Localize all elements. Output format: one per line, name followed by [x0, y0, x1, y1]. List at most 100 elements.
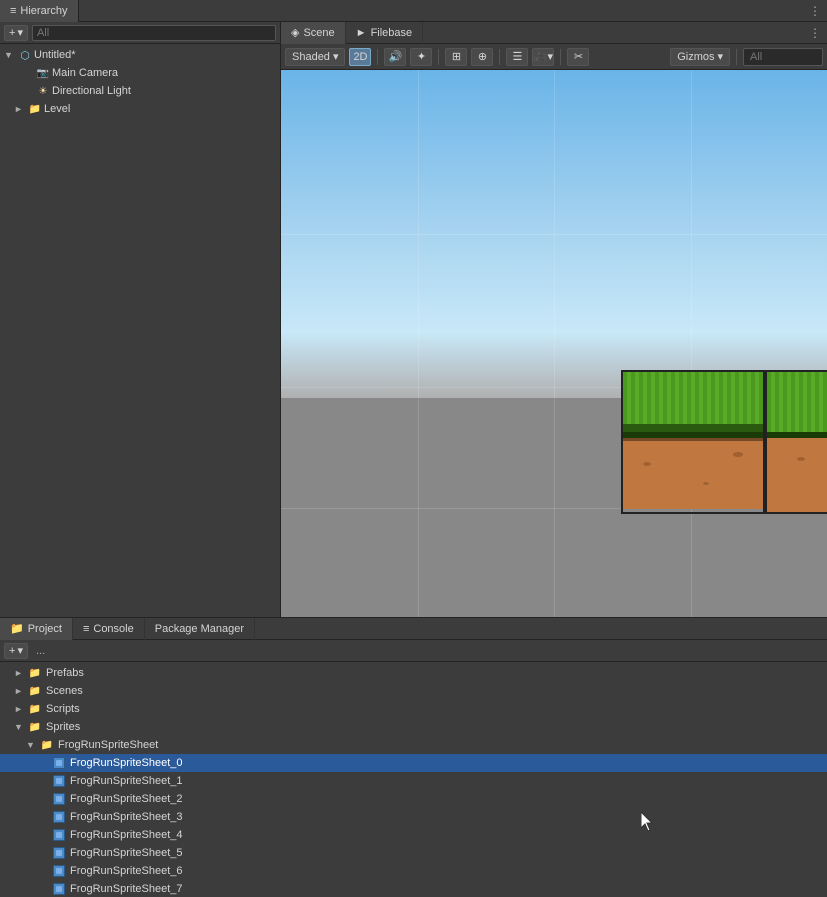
package-manager-tab-label: Package Manager	[155, 623, 244, 635]
hierarchy-item-directional-light[interactable]: ☀ Directional Light	[0, 82, 280, 100]
sprite0-icon	[52, 756, 66, 770]
hierarchy-directional-light-label: Directional Light	[52, 85, 131, 97]
prefabs-folder-icon: 📁	[28, 666, 42, 680]
level-arrow-icon: ►	[14, 104, 26, 114]
grid-v1	[418, 70, 419, 617]
separator1	[377, 49, 378, 65]
tab-project[interactable]: 📁 Project	[0, 618, 73, 640]
project-plus-arrow-icon: ▾	[17, 644, 23, 657]
camera-arrow-icon: ▾	[548, 50, 554, 63]
grid-v3	[691, 70, 692, 617]
render-icon: ☰	[513, 50, 523, 63]
sprite4-label: FrogRunSpriteSheet_4	[70, 829, 183, 841]
folder-icon: 📁	[28, 102, 42, 116]
audio-icon: 🔊	[389, 50, 403, 63]
camera-settings-icon: 🎥	[534, 50, 548, 63]
gizmo-group-button[interactable]: ⊞	[445, 48, 467, 66]
sprite4-icon	[52, 828, 66, 842]
project-breadcrumb: ...	[36, 645, 45, 657]
gizmo-extra-button[interactable]: ⊕	[471, 48, 493, 66]
file-item-sprite-3[interactable]: FrogRunSpriteSheet_3	[0, 808, 827, 826]
hierarchy-add-button[interactable]: + ▾	[4, 25, 28, 41]
file-item-prefabs[interactable]: ► 📁 Prefabs	[0, 664, 827, 682]
tile-dirt-1	[623, 432, 763, 509]
scripts-label: Scripts	[46, 703, 80, 715]
scene-view[interactable]	[281, 70, 827, 617]
hierarchy-menu-icon[interactable]: ⋮	[809, 4, 827, 18]
file-item-scenes[interactable]: ► 📁 Scenes	[0, 682, 827, 700]
hierarchy-search-input[interactable]	[32, 25, 276, 41]
prefabs-arrow-icon: ►	[14, 668, 24, 678]
tab-hierarchy[interactable]: ≡ Hierarchy	[0, 0, 79, 22]
sprite2-icon	[52, 792, 66, 806]
scenes-arrow-icon: ►	[14, 686, 24, 696]
sprite6-icon	[52, 864, 66, 878]
pixel-tile-2	[765, 370, 827, 514]
scene-toolbar: Shaded ▾ 2D 🔊 ✦ ⊞ ⊕ ☰	[281, 44, 827, 70]
separator5	[736, 49, 737, 65]
file-item-sprite-0[interactable]: FrogRunSpriteSheet_0	[0, 754, 827, 772]
file-item-sprite-2[interactable]: FrogRunSpriteSheet_2	[0, 790, 827, 808]
gizmos-button[interactable]: Gizmos ▾	[670, 48, 730, 66]
plus-icon: +	[9, 27, 15, 39]
file-item-sprite-7[interactable]: FrogRunSpriteSheet_7	[0, 880, 827, 897]
2d-mode-button[interactable]: 2D	[349, 48, 371, 66]
audio-button[interactable]: 🔊	[384, 48, 406, 66]
scenes-folder-icon: 📁	[28, 684, 42, 698]
hierarchy-tab-label: Hierarchy	[20, 5, 67, 17]
tab-filebase[interactable]: ► Filebase	[346, 22, 423, 44]
scene-icon: ⬡	[18, 48, 32, 62]
tab-scene[interactable]: ◈ Scene	[281, 22, 346, 44]
grid-h2	[281, 234, 827, 235]
sprites-label: Sprites	[46, 721, 80, 733]
tab-console[interactable]: ≡ Console	[73, 618, 145, 640]
file-item-sprite-1[interactable]: FrogRunSpriteSheet_1	[0, 772, 827, 790]
scene-tabs: ◈ Scene ► Filebase ⋮	[281, 22, 827, 44]
scene-search-input[interactable]	[743, 48, 823, 66]
file-item-sprite-5[interactable]: FrogRunSpriteSheet_5	[0, 844, 827, 862]
effects-button[interactable]: ✦	[410, 48, 432, 66]
hierarchy-item-main-camera[interactable]: 📷 Main Camera	[0, 64, 280, 82]
sprite1-icon	[52, 774, 66, 788]
scene-tab-label: Scene	[303, 27, 334, 39]
project-tab-label: Project	[28, 623, 62, 635]
camera-dropdown-button[interactable]: 🎥 ▾	[532, 48, 554, 66]
special-button[interactable]: ✂	[567, 48, 589, 66]
file-item-frogrun-folder[interactable]: ▼ 📁 FrogRunSpriteSheet	[0, 736, 827, 754]
shading-dropdown[interactable]: Shaded ▾	[285, 48, 345, 66]
hierarchy-item-level[interactable]: ► 📁 Level	[0, 100, 280, 118]
hierarchy-untitled-label: Untitled*	[34, 49, 76, 61]
scene-tab-icon: ◈	[291, 26, 299, 39]
sprite1-label: FrogRunSpriteSheet_1	[70, 775, 183, 787]
gizmo-extra-icon: ⊕	[478, 50, 487, 63]
sprites-arrow-icon: ▼	[14, 722, 24, 732]
hierarchy-toolbar: + ▾	[0, 22, 280, 44]
sprite0-label: FrogRunSpriteSheet_0	[70, 757, 183, 769]
arrow-icon: ▼	[4, 50, 16, 60]
light-icon: ☀	[36, 84, 50, 98]
file-item-scripts[interactable]: ► 📁 Scripts	[0, 700, 827, 718]
special-icon: ✂	[574, 50, 583, 63]
render-button[interactable]: ☰	[506, 48, 528, 66]
file-item-sprite-4[interactable]: FrogRunSpriteSheet_4	[0, 826, 827, 844]
project-content: ► 📁 Prefabs ► 📁 Scenes ► 📁 Scripts ▼ 📁 S…	[0, 662, 827, 897]
dropdown-arrow-icon: ▾	[17, 26, 23, 39]
hierarchy-item-untitled[interactable]: ▼ ⬡ Untitled*	[0, 46, 280, 64]
hierarchy-level-label: Level	[44, 103, 70, 115]
project-plus-icon: +	[9, 645, 15, 657]
file-item-sprite-6[interactable]: FrogRunSpriteSheet_6	[0, 862, 827, 880]
hierarchy-panel: + ▾ ▼ ⬡ Untitled* 📷 Main Camera ☀	[0, 22, 281, 617]
sprite7-icon	[52, 882, 66, 896]
main-layout: + ▾ ▼ ⬡ Untitled* 📷 Main Camera ☀	[0, 22, 827, 617]
right-panel: ◈ Scene ► Filebase ⋮ Shaded ▾ 2D 🔊 ✦	[281, 22, 827, 617]
scene-menu-icon[interactable]: ⋮	[809, 26, 827, 40]
sprite6-label: FrogRunSpriteSheet_6	[70, 865, 183, 877]
tab-package-manager[interactable]: Package Manager	[145, 618, 255, 640]
console-tab-icon: ≡	[83, 623, 89, 635]
file-item-sprites[interactable]: ▼ 📁 Sprites	[0, 718, 827, 736]
filebase-tab-label: Filebase	[371, 27, 413, 39]
camera-icon: 📷	[36, 66, 50, 80]
project-add-button[interactable]: + ▾	[4, 643, 28, 659]
frogrun-arrow-icon: ▼	[26, 740, 36, 750]
frogrun-folder-label: FrogRunSpriteSheet	[58, 739, 158, 751]
